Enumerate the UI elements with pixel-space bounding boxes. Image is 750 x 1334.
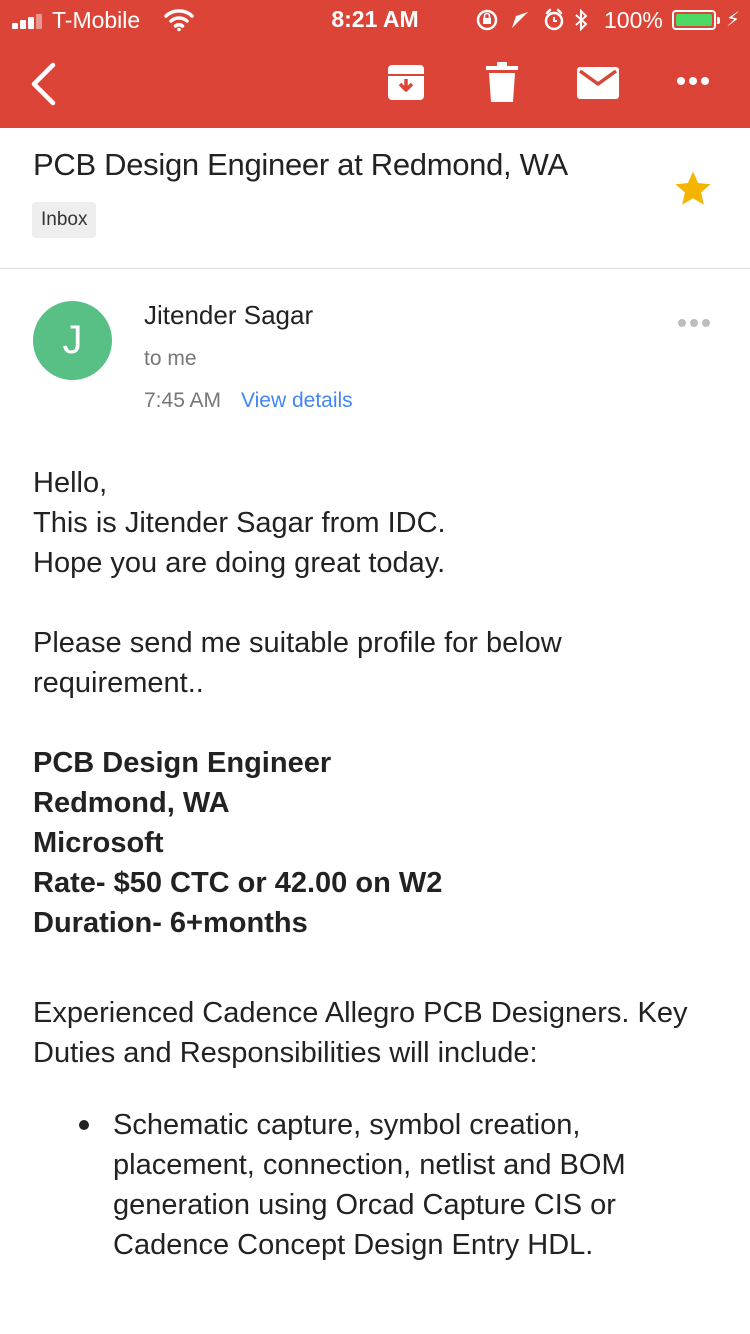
- location-arrow-icon: [512, 12, 528, 28]
- back-arrow-icon[interactable]: [28, 62, 58, 106]
- bluetooth-icon: [575, 8, 588, 32]
- email-subject: PCB Design Engineer at Redmond, WA: [33, 147, 568, 182]
- battery-icon: [672, 10, 720, 30]
- battery-percentage: 100%: [604, 7, 663, 33]
- list-item: Schematic capture, symbol creation, plac…: [33, 1105, 723, 1265]
- message-more-icon[interactable]: [677, 318, 711, 328]
- job-duration: Duration- 6+months: [33, 907, 308, 939]
- recipient-summary: to me: [144, 347, 197, 370]
- archive-icon[interactable]: [386, 62, 426, 102]
- status-bar: T-Mobile 8:21 AM 100% ⚡︎: [0, 0, 750, 40]
- charging-bolt-icon: ⚡︎: [726, 9, 741, 31]
- divider: [0, 268, 750, 269]
- job-title: PCB Design Engineer: [33, 747, 332, 779]
- inbox-label-chip[interactable]: Inbox: [32, 202, 97, 238]
- greeting: Hello,: [33, 467, 108, 499]
- top-bar: T-Mobile 8:21 AM 100% ⚡︎: [0, 0, 750, 128]
- avatar[interactable]: J: [33, 301, 112, 380]
- view-details-link[interactable]: View details: [241, 389, 353, 413]
- job-location: Redmond, WA: [33, 787, 230, 819]
- job-client: Microsoft: [33, 827, 164, 859]
- email-body: Hello, This is Jitender Sagar from IDC. …: [33, 463, 723, 1265]
- trash-icon[interactable]: [486, 62, 518, 104]
- mail-icon[interactable]: [577, 67, 619, 99]
- bullet-icon: [79, 1120, 89, 1130]
- status-icons: [476, 8, 588, 32]
- star-icon[interactable]: [672, 168, 714, 210]
- job-description: Experienced Cadence Allegro PCB Designer…: [33, 997, 688, 1069]
- intro-line: Hope you are doing great today.: [33, 547, 446, 579]
- intro-line: This is Jitender Sagar from IDC.: [33, 507, 446, 539]
- list-item-text: Schematic capture, symbol creation, plac…: [113, 1109, 626, 1261]
- message-time: 7:45 AM: [144, 389, 222, 412]
- alarm-icon: [544, 8, 564, 31]
- request-text: Please send me suitable profile for belo…: [33, 627, 562, 699]
- more-horizontal-icon[interactable]: [676, 76, 710, 86]
- sender-name: Jitender Sagar: [144, 300, 314, 330]
- rotation-lock-icon: [476, 9, 498, 31]
- job-rate: Rate- $50 CTC or 42.00 on W2: [33, 867, 443, 899]
